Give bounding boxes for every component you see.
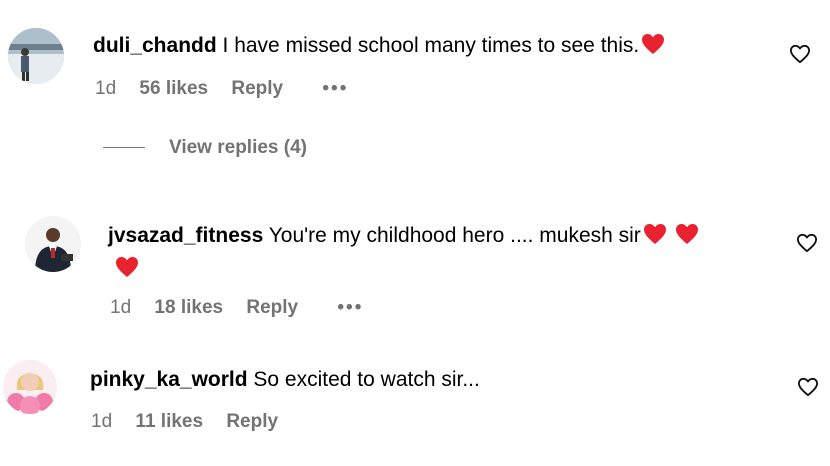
red-heart-emoji-icon: [643, 224, 666, 244]
comment-text-line: duli_chandd I have missed school many ti…: [93, 32, 665, 60]
comment-username[interactable]: pinky_ka_world: [90, 368, 248, 391]
comment-body: So excited to watch sir...: [253, 368, 480, 391]
comment-likes[interactable]: 11 likes: [135, 410, 203, 434]
comment-time: 1d: [91, 411, 113, 432]
view-replies-button[interactable]: View replies (4): [103, 136, 307, 160]
comment-text-line: jvsazad_fitness You're my childhood hero…: [108, 222, 699, 250]
comment-likes[interactable]: 56 likes: [139, 77, 208, 101]
like-heart-icon[interactable]: [789, 44, 811, 64]
like-heart-icon[interactable]: [796, 233, 818, 253]
red-heart-emoji-icon: [116, 257, 138, 277]
avatar-photo: [8, 28, 64, 84]
like-heart-icon[interactable]: [797, 377, 819, 397]
reply-button[interactable]: Reply: [226, 410, 278, 434]
avatar[interactable]: [3, 360, 57, 414]
comment-body: I have missed school many times to see t…: [222, 34, 640, 57]
comment-time: 1d: [95, 78, 117, 99]
comment-meta: 1d 56 likes Reply •••: [95, 77, 348, 101]
avatar[interactable]: [25, 216, 81, 272]
comment-username[interactable]: duli_chandd: [93, 34, 217, 57]
comment-meta: 1d 11 likes Reply: [91, 410, 278, 434]
avatar-photo: [3, 360, 57, 414]
comments-list: duli_chandd I have missed school many ti…: [0, 0, 830, 466]
comment-username[interactable]: jvsazad_fitness: [108, 224, 263, 247]
view-replies-divider: [103, 147, 145, 149]
view-replies-label[interactable]: View replies (4): [169, 137, 307, 158]
more-options-icon[interactable]: •••: [322, 77, 348, 101]
comment-body: You're my childhood hero .... mukesh sir: [268, 224, 641, 247]
comment-time: 1d: [110, 297, 132, 318]
avatar-photo: [25, 216, 81, 272]
reply-button[interactable]: Reply: [246, 296, 298, 320]
red-heart-emoji-icon: [642, 34, 665, 54]
comment-meta: 1d 18 likes Reply •••: [110, 296, 363, 320]
more-options-icon[interactable]: •••: [337, 296, 363, 320]
red-heart-emoji-icon: [675, 224, 698, 244]
avatar[interactable]: [8, 28, 64, 84]
comment-likes[interactable]: 18 likes: [154, 296, 223, 320]
comment-text-line: pinky_ka_world So excited to watch sir..…: [90, 366, 480, 394]
reply-button[interactable]: Reply: [231, 77, 283, 101]
